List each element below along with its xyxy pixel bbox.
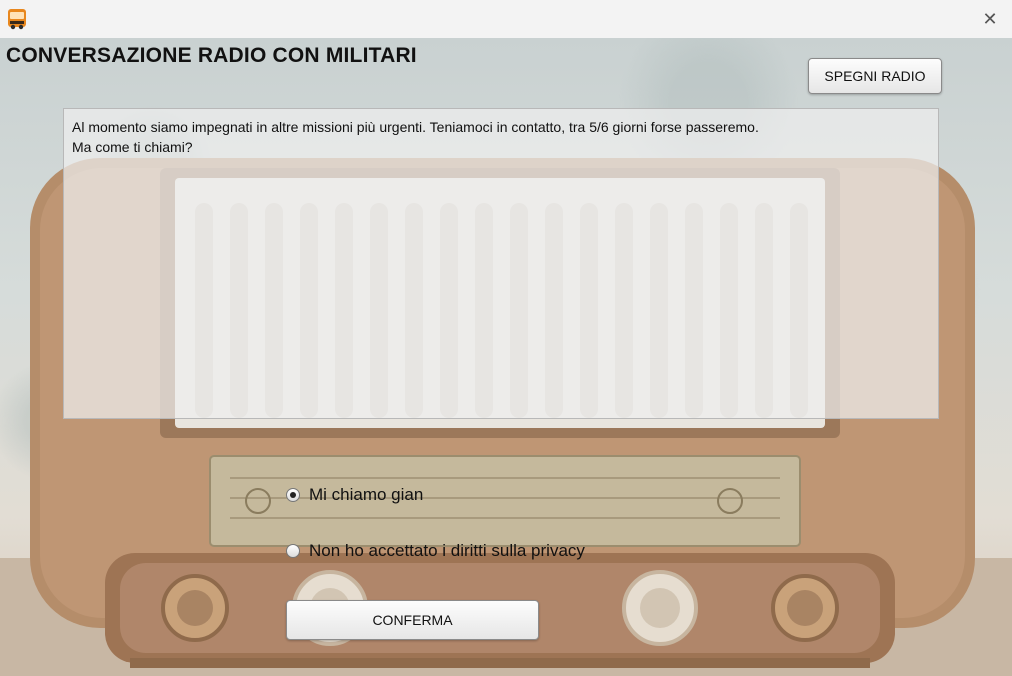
bus-icon xyxy=(7,8,27,30)
radio-unselected-icon[interactable] xyxy=(286,544,300,558)
radio-selected-icon[interactable] xyxy=(286,488,300,502)
message-line: Al momento siamo impegnati in altre miss… xyxy=(72,119,759,135)
page-title: CONVERSAZIONE RADIO CON MILITARI xyxy=(6,44,417,67)
confirm-button[interactable]: CONFERMA xyxy=(286,600,539,640)
option-privacy-radio[interactable]: Non ho accettato i diritti sulla privacy xyxy=(286,541,585,561)
close-button[interactable]: ✕ xyxy=(968,0,1012,38)
option-my-name-radio[interactable]: Mi chiamo gian xyxy=(286,485,423,505)
close-icon: ✕ xyxy=(982,8,998,29)
option-label: Non ho accettato i diritti sulla privacy xyxy=(309,541,585,560)
turn-off-radio-button[interactable]: SPEGNI RADIO xyxy=(808,58,942,94)
option-label: Mi chiamo gian xyxy=(309,485,424,504)
message-line: Ma come ti chiami? xyxy=(72,139,193,155)
message-text-area[interactable]: Al momento siamo impegnati in altre miss… xyxy=(63,108,939,419)
title-bar: ✕ xyxy=(0,0,1012,38)
